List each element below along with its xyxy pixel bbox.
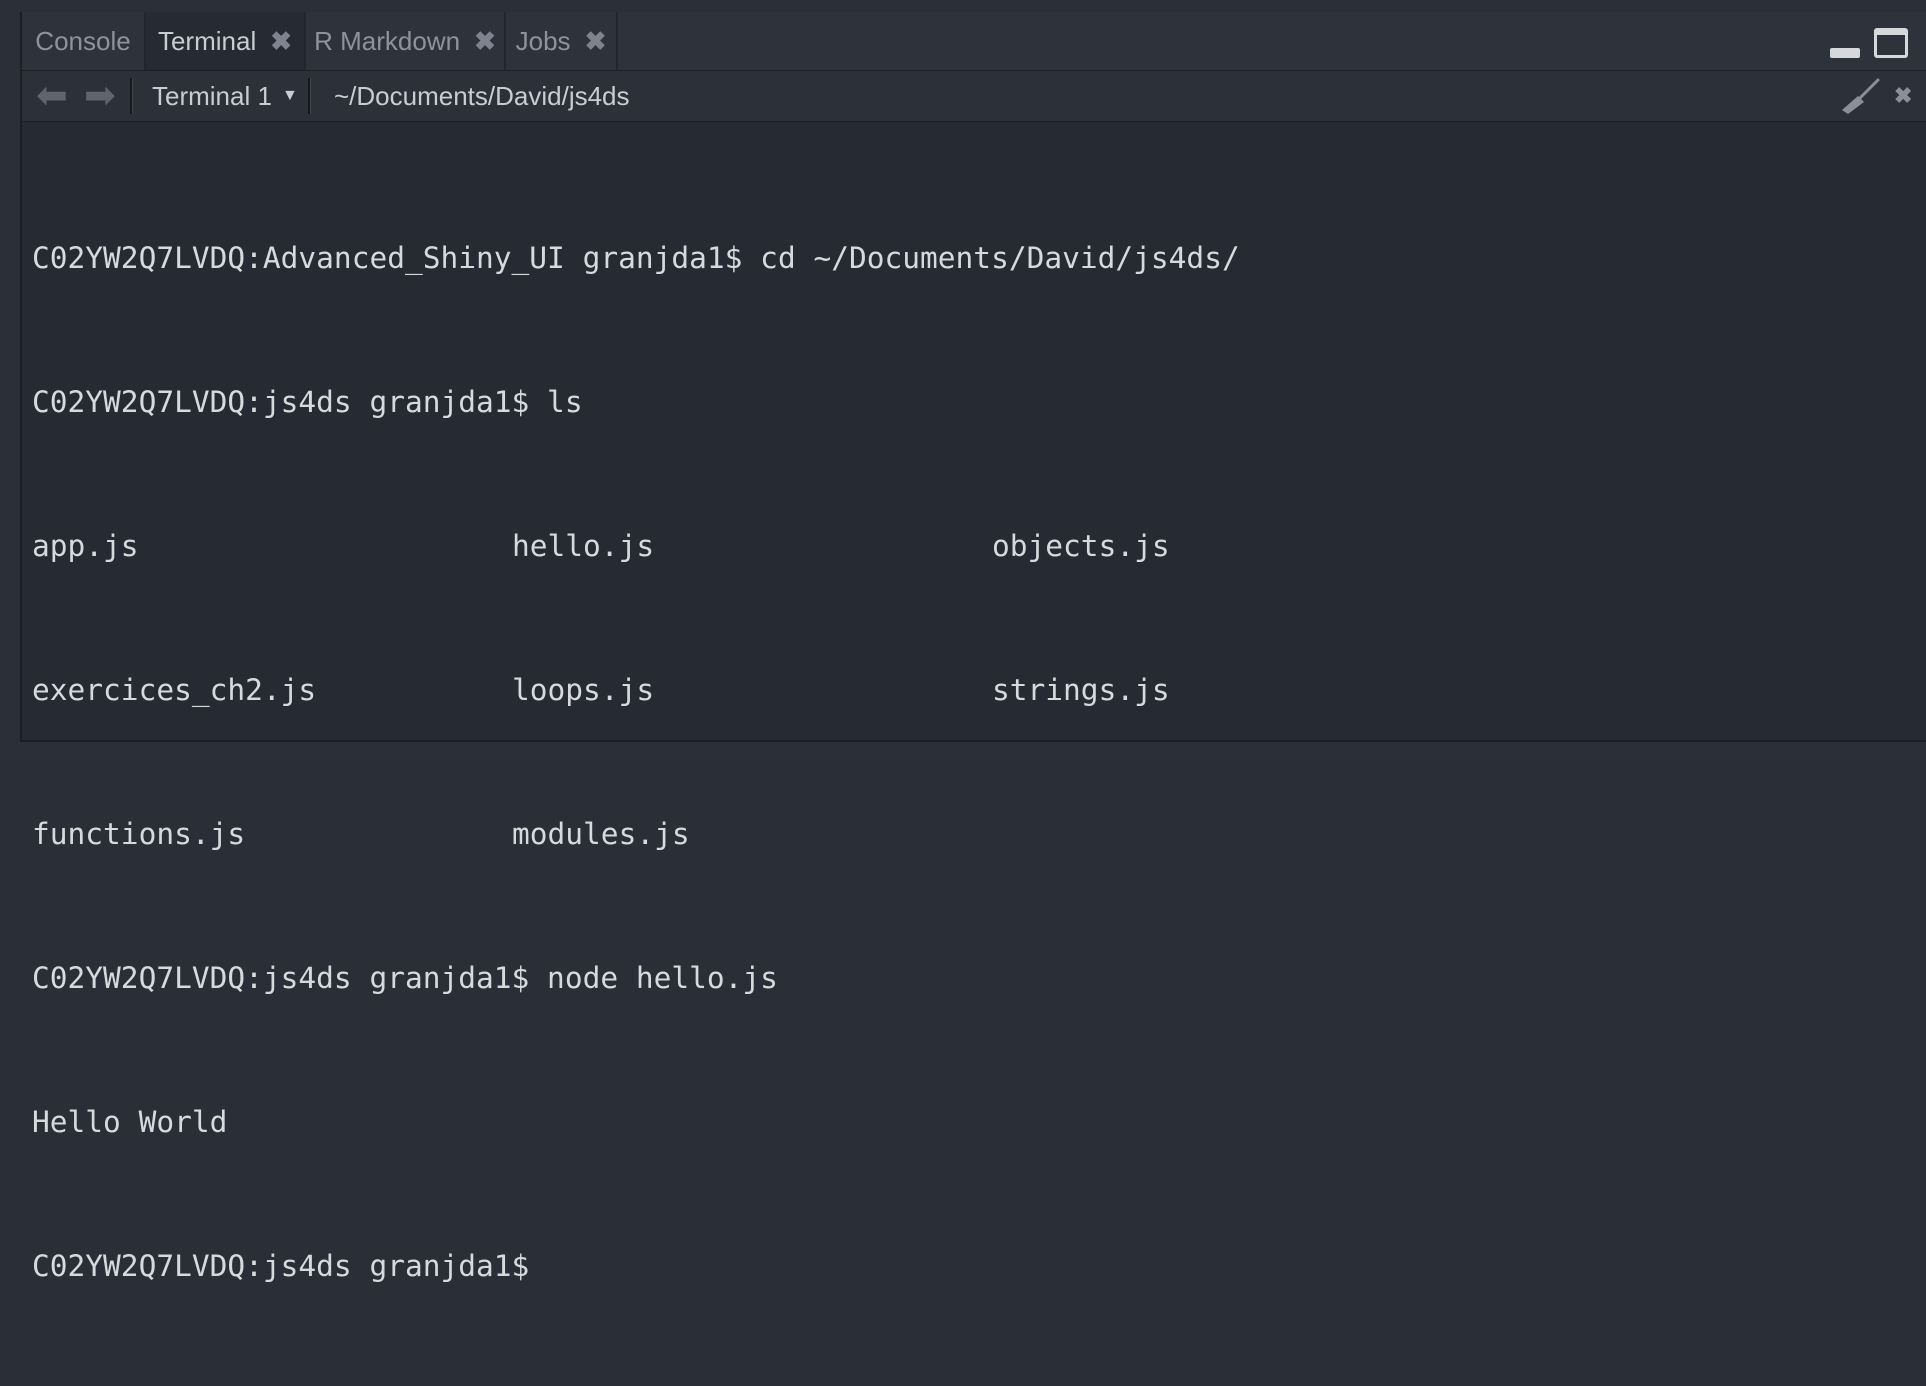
toolbar-divider	[308, 78, 311, 114]
close-terminal-icon[interactable]: ✖	[1894, 71, 1912, 121]
file-name: app.js	[32, 529, 139, 563]
terminal-line: C02YW2Q7LVDQ:js4ds granjda1$ ls	[32, 385, 583, 419]
file-name: strings.js	[992, 673, 1170, 707]
terminal-pane: Console Terminal ✖ R Markdown ✖ Jobs ✖ ⬅	[20, 12, 1926, 1283]
file-name: functions.js	[32, 817, 246, 851]
tab-console[interactable]: Console	[22, 12, 146, 70]
file-name: objects.js	[992, 529, 1170, 563]
file-name: modules.js	[512, 817, 690, 851]
forward-arrow-icon[interactable]: ➡	[84, 71, 116, 121]
tab-label: Terminal	[157, 25, 257, 56]
ls-output-row: app.js hello.js objects.js	[32, 522, 1926, 570]
close-tab-icon[interactable]: ✖	[585, 26, 607, 57]
terminal-line: C02YW2Q7LVDQ:Advanced_Shiny_UI granjda1$…	[32, 241, 1240, 275]
close-tab-icon[interactable]: ✖	[474, 26, 496, 57]
terminal-prompt: C02YW2Q7LVDQ:js4ds granjda1$	[32, 1249, 548, 1283]
terminal-output[interactable]: C02YW2Q7LVDQ:Advanced_Shiny_UI granjda1$…	[32, 138, 1926, 1283]
toolbar-divider	[130, 78, 133, 114]
minimize-pane-icon[interactable]	[1830, 48, 1860, 58]
terminal-selector-label: Terminal 1	[152, 80, 272, 111]
chevron-down-icon: ▼	[281, 87, 298, 104]
terminal-line: Hello World	[32, 1105, 228, 1139]
tab-terminal[interactable]: Terminal ✖	[146, 12, 306, 70]
broom-icon[interactable]	[1838, 71, 1882, 121]
tab-label: Console	[35, 25, 131, 56]
working-directory: ~/Documents/David/js4ds	[334, 71, 630, 121]
back-arrow-icon[interactable]: ⬅	[36, 71, 68, 121]
terminal-line: C02YW2Q7LVDQ:js4ds granjda1$ node hello.…	[32, 961, 778, 995]
tab-label: Jobs	[515, 25, 571, 56]
rstudio-window: Console Terminal ✖ R Markdown ✖ Jobs ✖ ⬅	[0, 0, 1926, 1283]
file-name: hello.js	[512, 529, 655, 563]
terminal-toolbar: ⬅ ➡ Terminal 1 ▼ ~/Documents/David/js4ds	[22, 71, 1926, 122]
pane-tab-bar: Console Terminal ✖ R Markdown ✖ Jobs ✖	[22, 12, 1926, 71]
file-name: exercices_ch2.js	[32, 673, 317, 707]
close-tab-icon[interactable]: ✖	[270, 26, 292, 57]
tab-r-markdown[interactable]: R Markdown ✖	[306, 12, 506, 70]
tab-jobs[interactable]: Jobs ✖	[506, 12, 618, 70]
terminal-selector-dropdown[interactable]: Terminal 1 ▼	[152, 71, 298, 121]
file-name: loops.js	[512, 673, 655, 707]
ls-output-row: functions.js modules.js	[32, 810, 1926, 858]
tab-label: R Markdown	[314, 25, 461, 56]
maximize-pane-icon[interactable]	[1874, 28, 1908, 58]
working-directory-path: ~/Documents/David/js4ds	[334, 80, 630, 111]
ls-output-row: exercices_ch2.js loops.js strings.js	[32, 666, 1926, 714]
